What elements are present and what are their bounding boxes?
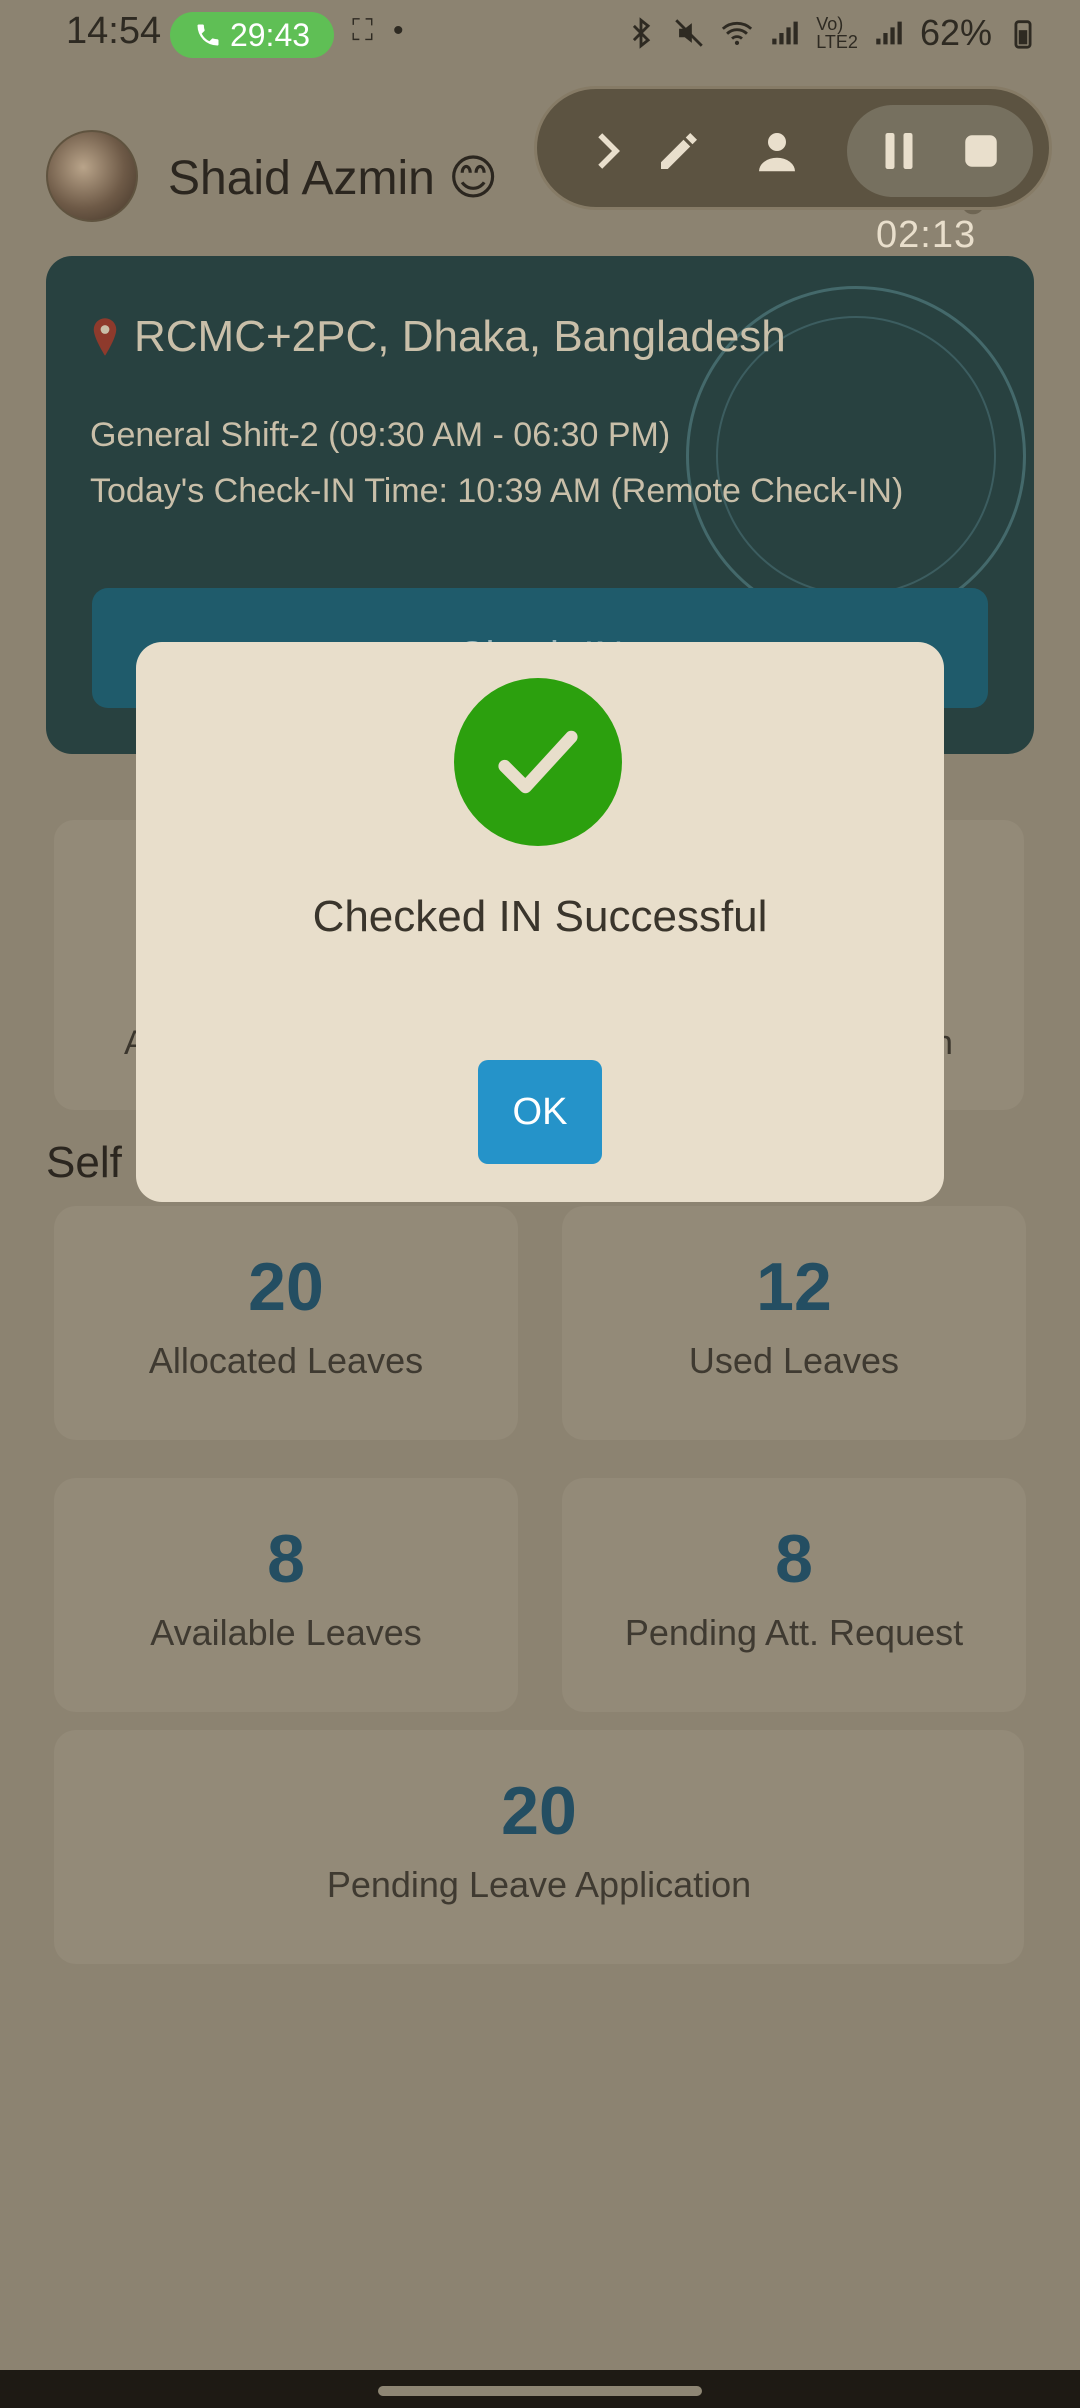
stat-value: 20 bbox=[248, 1249, 324, 1325]
signal-2-icon bbox=[876, 21, 902, 45]
stat-label: Pending Leave Application bbox=[326, 1864, 752, 1905]
user-name: Shaid Azmin 😊 bbox=[168, 152, 499, 205]
stop-icon bbox=[965, 135, 997, 167]
location-row: RCMC+2PC, Dhaka, Bangladesh bbox=[90, 312, 786, 362]
stat-value: 8 bbox=[775, 1521, 813, 1597]
stat-value: 8 bbox=[267, 1521, 305, 1597]
mute-icon bbox=[675, 19, 704, 47]
system-nav-bar bbox=[0, 2370, 1080, 2408]
location-pin-icon bbox=[93, 318, 117, 356]
stat-allocated-leaves[interactable]: 20 Allocated Leaves bbox=[54, 1206, 518, 1440]
stat-available-leaves[interactable]: 8 Available Leaves bbox=[54, 1478, 518, 1712]
ongoing-call-chip[interactable]: 29:43 bbox=[170, 12, 334, 58]
call-timer: 29:43 bbox=[229, 16, 311, 53]
stat-value: 20 bbox=[501, 1773, 577, 1849]
stat-label: Available Leaves bbox=[150, 1612, 422, 1653]
pause-button[interactable] bbox=[859, 111, 939, 191]
dot-icon: • bbox=[393, 14, 404, 47]
pause-icon bbox=[885, 133, 913, 169]
volte-icon: Vo) LTE2 bbox=[816, 14, 858, 52]
signal-icon bbox=[772, 21, 798, 45]
person-icon bbox=[759, 133, 795, 172]
stat-used-leaves[interactable]: 12 Used Leaves bbox=[562, 1206, 1026, 1440]
success-dialog: Checked IN Successful OK bbox=[136, 642, 944, 1202]
status-time: 14:54 bbox=[66, 10, 162, 52]
pencil-icon bbox=[661, 133, 697, 169]
checkmark-icon bbox=[498, 730, 578, 794]
phone-icon bbox=[197, 24, 219, 46]
checkin-time-text: Today's Check-IN Time: 10:39 AM (Remote … bbox=[90, 472, 904, 510]
screen-record-icon: ⛶ bbox=[352, 14, 373, 47]
status-right-icons: Vo) LTE2 62% bbox=[624, 12, 1040, 54]
bluetooth-icon bbox=[633, 17, 651, 49]
battery-level: 62% bbox=[919, 12, 992, 53]
record-controls bbox=[847, 105, 1033, 197]
screen-recorder-toolbar bbox=[534, 86, 1052, 210]
status-left-icons: ⛶ • bbox=[352, 14, 404, 48]
camera-button[interactable] bbox=[737, 111, 817, 191]
wifi-icon bbox=[722, 21, 753, 46]
stat-pending-att-request[interactable]: 8 Pending Att. Request bbox=[562, 1478, 1026, 1712]
stop-button[interactable] bbox=[941, 111, 1021, 191]
stat-pending-leave-application[interactable]: 20 Pending Leave Application bbox=[54, 1730, 1024, 1964]
success-check-icon bbox=[454, 678, 622, 846]
battery-icon bbox=[1014, 20, 1032, 49]
expand-button[interactable] bbox=[567, 111, 647, 191]
status-bar: 14:54 29:43 ⛶ • Vo) LTE2 62% bbox=[0, 0, 1080, 70]
location-text: RCMC+2PC, Dhaka, Bangladesh bbox=[134, 312, 786, 361]
avatar[interactable] bbox=[46, 130, 138, 222]
stat-label: Allocated Leaves bbox=[148, 1340, 424, 1381]
shift-text: General Shift-2 (09:30 AM - 06:30 PM) bbox=[90, 416, 671, 454]
draw-button[interactable] bbox=[639, 111, 719, 191]
chevron-right-icon bbox=[598, 133, 620, 169]
dialog-message: Checked IN Successful bbox=[312, 892, 768, 941]
stat-label: Pending Att. Request bbox=[624, 1612, 964, 1653]
stat-label: Used Leaves bbox=[688, 1340, 900, 1381]
home-handle[interactable] bbox=[378, 2386, 702, 2396]
ok-button[interactable]: OK bbox=[478, 1060, 602, 1164]
recording-timer: 02:13 bbox=[876, 214, 977, 256]
stat-value: 12 bbox=[756, 1249, 832, 1325]
